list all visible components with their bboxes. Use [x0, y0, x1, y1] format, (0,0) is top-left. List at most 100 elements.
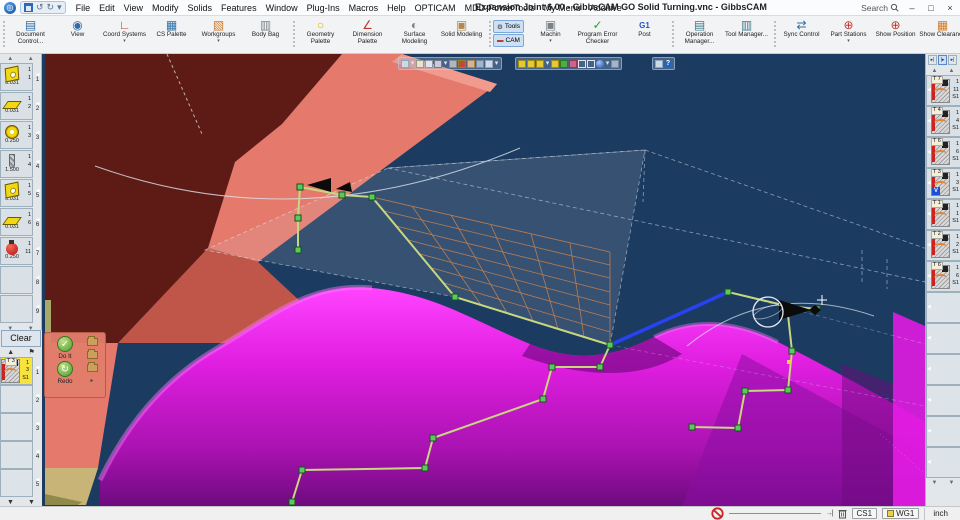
edit-icon[interactable]	[434, 60, 442, 68]
ribbon-button[interactable]: ▣ Solid Modeling	[438, 18, 485, 39]
insert-marker-icon[interactable]: ◀	[927, 460, 931, 465]
ribbon-button[interactable]: ∟ Coord Systems ▾	[101, 18, 148, 43]
redo-button[interactable]: ↻	[57, 361, 73, 377]
clear-button[interactable]: Clear	[1, 330, 41, 347]
ribbon-button[interactable]: ▣ Machin ▾	[527, 18, 574, 46]
mark-icon[interactable]	[458, 60, 466, 68]
tool-tile[interactable]: 0.031 1 5 ◀ 5	[0, 179, 42, 208]
solid-select-icon[interactable]	[425, 60, 433, 68]
tool-tile[interactable]: 0.250 1 11 ◀ 7	[0, 237, 42, 266]
customize-icon[interactable]: ▾	[57, 2, 62, 13]
insert-marker-icon[interactable]: ◀	[927, 429, 931, 434]
ops-scroll-down[interactable]: ▼▼	[926, 478, 960, 487]
empty-process-slot[interactable]: ◀ 2	[0, 385, 42, 413]
dropdown-caret-icon[interactable]: ▾	[443, 60, 448, 68]
ribbon-button[interactable]: ▤ Document Control...	[7, 18, 54, 46]
menu-item[interactable]: View	[124, 3, 143, 13]
insert-marker-icon[interactable]: ◀	[927, 305, 931, 310]
menu-item[interactable]: Help	[387, 3, 406, 13]
process-tile-selected[interactable]: T 3 1 3 S1 ◀ 1	[0, 357, 42, 385]
operation-tile[interactable]: ◀ T 1 1 1 S1	[926, 199, 960, 230]
scroll-up-icon[interactable]: ▲	[28, 56, 34, 62]
scroll-down-icon[interactable]: ▼	[932, 480, 938, 486]
menu-item[interactable]: Modify	[152, 3, 179, 13]
stop-icon[interactable]	[711, 507, 724, 520]
menu-item[interactable]: Plug-Ins	[307, 3, 340, 13]
redo-icon[interactable]: ↻	[47, 2, 55, 13]
do-it-button[interactable]: ✓	[57, 336, 73, 352]
dropdown-caret-icon[interactable]: ▾	[605, 60, 610, 68]
ribbon-button[interactable]: ∠ Dimension Palette	[344, 18, 391, 46]
ribbon-button[interactable]: G1 Post	[621, 18, 668, 46]
ops-scroll-up[interactable]: ▲▲	[926, 66, 960, 75]
tool-tile[interactable]: ◀ 9	[0, 295, 42, 324]
operation-tile[interactable]: ◀ T 4 1 4 S1	[926, 106, 960, 137]
scroll-up-icon[interactable]: ▲	[7, 56, 13, 62]
ribbon-button[interactable]: ▥ Body Bag	[242, 18, 289, 39]
empty-process-slot[interactable]: ◀ 3	[0, 413, 42, 441]
app-logo-icon[interactable]: ◎	[4, 2, 16, 14]
select-cursor-icon[interactable]	[401, 60, 409, 68]
undo-icon[interactable]: ↺	[36, 2, 44, 13]
tools-toggle-button[interactable]: ⚙ Tools	[493, 20, 524, 33]
empty-operation-slot[interactable]: ◀	[926, 354, 960, 385]
ribbon-button[interactable]: ✓ Program Error Checker	[574, 18, 621, 46]
scroll-up-icon[interactable]: ▲	[932, 68, 938, 74]
insert-marker-icon[interactable]: ◀	[927, 398, 931, 403]
search-control[interactable]: Search	[861, 3, 899, 13]
process-folder-icon[interactable]	[87, 351, 98, 359]
scroll-down-icon[interactable]: ▼	[949, 480, 955, 486]
dropdown-caret-icon[interactable]: ▾	[494, 60, 499, 68]
zoom-extents-icon[interactable]	[655, 60, 663, 68]
facet-icon[interactable]	[611, 60, 619, 68]
trash-icon[interactable]	[838, 508, 847, 519]
tool-tile[interactable]: 1.500 1 4 ◀ 4	[0, 150, 42, 179]
cs-button[interactable]: CS1	[852, 508, 878, 519]
menu-item[interactable]: Features	[221, 3, 257, 13]
operation-tile[interactable]: ◀ T 7 1 11 S1	[926, 75, 960, 106]
ribbon-button[interactable]: ▦ Show Clearance	[919, 18, 960, 39]
maximize-button[interactable]: □	[925, 3, 937, 13]
cam-toggle-button[interactable]: ▬ CAM	[493, 34, 524, 47]
menu-item[interactable]: OPTICAM	[415, 3, 456, 13]
tool-scroll-up[interactable]: ▲▲	[0, 54, 41, 63]
wg-button[interactable]: WG1	[882, 508, 919, 519]
ribbon-button[interactable]: ◉ View	[54, 18, 101, 39]
show-part-icon[interactable]	[536, 60, 544, 68]
menu-item[interactable]: Solids	[188, 3, 213, 13]
eraser-icon[interactable]	[449, 60, 457, 68]
ribbon-button[interactable]: ⇄ Sync Control	[778, 18, 825, 39]
expand-palette-icon[interactable]: ▸	[90, 377, 93, 384]
ribbon-button[interactable]: ⊕ Part Stations ▾	[825, 18, 872, 43]
menu-item[interactable]: File	[76, 3, 91, 13]
operation-tile[interactable]: ◀ T 6 1 6 S1	[926, 137, 960, 168]
flag-icon[interactable]: ⚑	[29, 348, 35, 356]
save-icon[interactable]	[24, 3, 33, 12]
show-stock-icon[interactable]	[518, 60, 526, 68]
tool-tile[interactable]: 0.250 1 3 ◀ 3	[0, 121, 42, 150]
empty-operation-slot[interactable]: ◀	[926, 323, 960, 354]
dropdown-caret-icon[interactable]: ▾	[847, 39, 850, 43]
ribbon-button[interactable]: ▦ CS Palette	[148, 18, 195, 39]
empty-process-slot[interactable]: ◀ 4	[0, 441, 42, 469]
scroll-up-icon[interactable]: ▲	[7, 349, 14, 356]
sim-forward-icon[interactable]: ▸|	[948, 55, 957, 65]
tool-tile[interactable]: 0.031 1 6 ◀ 6	[0, 208, 42, 237]
operation-tile[interactable]: ◀ T 2 1 2 S1	[926, 230, 960, 261]
dropdown-caret-icon[interactable]: ▾	[217, 39, 220, 43]
solid-green-icon[interactable]	[560, 60, 568, 68]
skip-to-end-icon[interactable]: →|	[826, 510, 833, 517]
scroll-up-icon[interactable]: ▲	[949, 68, 955, 74]
close-button[interactable]: ×	[944, 3, 956, 13]
ribbon-button[interactable]: ▤ Operation Manager...	[676, 18, 723, 46]
ribbon-button[interactable]: ▥ Tool Manager...	[723, 18, 770, 39]
sim-range-icon[interactable]: |▸	[938, 55, 947, 65]
operation-tile[interactable]: ◀ T 6 1 6 S1	[926, 261, 960, 292]
empty-operation-slot[interactable]: ◀	[926, 385, 960, 416]
wireframe-icon[interactable]	[578, 60, 586, 68]
insert-marker-icon[interactable]: ◀	[927, 367, 931, 372]
dropdown-caret-icon[interactable]: ▾	[545, 60, 550, 68]
ribbon-button[interactable]: ○ Geometry Palette	[297, 18, 344, 46]
empty-operation-slot[interactable]: ◀	[926, 292, 960, 323]
show-fixture-icon[interactable]	[527, 60, 535, 68]
